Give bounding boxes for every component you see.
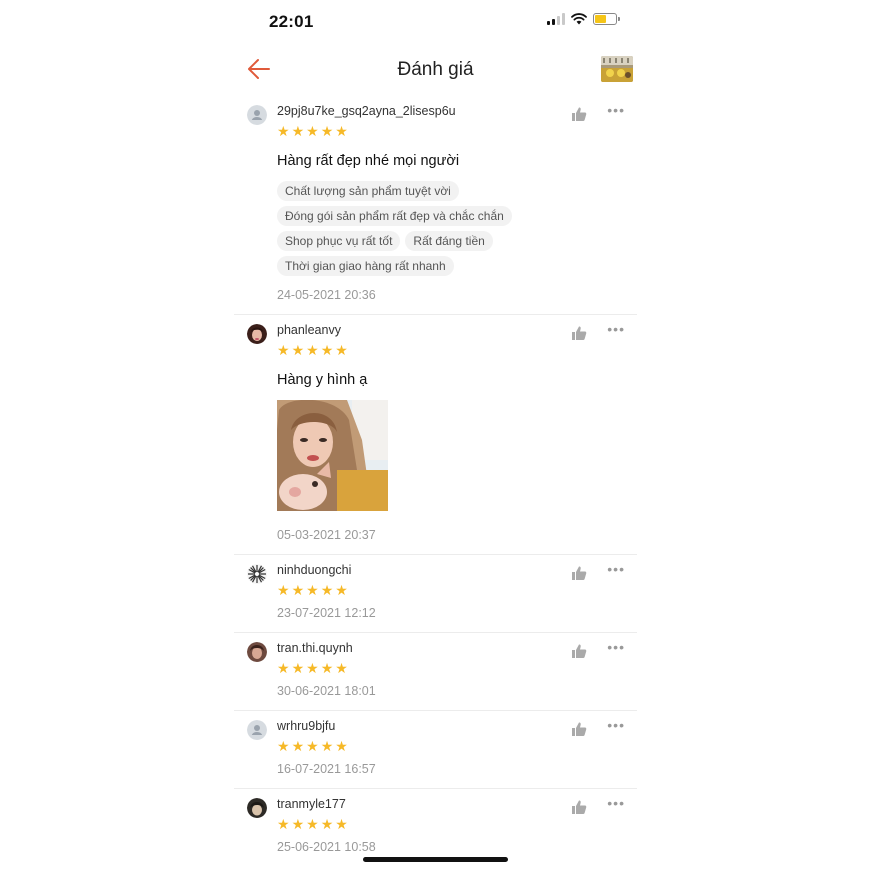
thumbs-up-icon[interactable]	[571, 643, 587, 659]
user-avatar[interactable]	[247, 324, 267, 344]
more-options-icon[interactable]: •••	[607, 796, 625, 810]
more-options-icon[interactable]: •••	[607, 718, 625, 732]
status-icons	[547, 13, 620, 25]
star-rating: ★ ★ ★ ★ ★	[277, 739, 637, 753]
star-icon: ★	[320, 582, 334, 598]
review-item: phanleanvy ★ ★ ★ ★ ★ Hàng y hình ạ 05-03…	[234, 315, 637, 555]
star-icon: ★	[291, 660, 305, 676]
review-item: 29pj8u7ke_gsq2ayna_2lisesp6u ★ ★ ★ ★ ★ Hàng …	[234, 96, 637, 315]
top-nav-bar: Đánh giá	[234, 48, 637, 92]
thumbs-up-icon[interactable]	[571, 325, 587, 341]
review-list: 29pj8u7ke_gsq2ayna_2lisesp6u ★ ★ ★ ★ ★ Hàng …	[234, 96, 637, 866]
star-icon: ★	[306, 123, 319, 139]
home-indicator[interactable]	[363, 857, 508, 862]
review-tag: Đóng gói sản phẩm rất đẹp và chắc chắn	[277, 206, 512, 226]
star-icon: ★	[306, 342, 319, 358]
star-icon: ★	[335, 123, 348, 139]
review-item: wrhru9bjfu ★ ★ ★ ★ ★ 16-07-2021 16:57 •••	[234, 711, 637, 789]
review-date: 16-07-2021 16:57	[277, 762, 376, 776]
review-tag: Rất đáng tiền	[405, 231, 493, 251]
star-icon: ★	[320, 816, 334, 832]
more-options-icon[interactable]: •••	[607, 103, 625, 117]
star-rating: ★ ★ ★ ★ ★	[277, 343, 637, 357]
review-tag: Shop phục vụ rất tốt	[277, 231, 401, 251]
star-icon: ★	[277, 738, 290, 754]
default-avatar-icon[interactable]	[247, 105, 267, 125]
star-icon: ★	[291, 582, 305, 598]
review-tag: Chất lượng sản phẩm tuyệt vời	[277, 181, 459, 201]
star-rating: ★ ★ ★ ★ ★	[277, 661, 637, 675]
review-photo[interactable]	[277, 399, 388, 511]
review-comment: Hàng rất đẹp nhé mọi người	[277, 153, 460, 169]
user-avatar[interactable]	[247, 564, 267, 584]
review-date: 25-06-2021 10:58	[277, 840, 376, 854]
star-icon: ★	[335, 582, 348, 598]
review-item: ninhduongchi ★ ★ ★ ★ ★ 23-07-2021 12:12 •••	[234, 555, 637, 633]
star-icon: ★	[335, 660, 348, 676]
review-comment: Hàng y hình ạ	[277, 372, 368, 388]
thumbs-up-icon[interactable]	[571, 565, 587, 581]
star-icon: ★	[277, 816, 290, 832]
star-icon: ★	[306, 816, 319, 832]
review-date: 30-06-2021 18:01	[277, 684, 376, 698]
review-date: 23-07-2021 12:12	[277, 606, 376, 620]
star-icon: ★	[335, 738, 348, 754]
page-title: Đánh giá	[397, 59, 474, 80]
review-date: 05-03-2021 20:37	[277, 528, 376, 542]
more-options-icon[interactable]: •••	[607, 322, 625, 336]
star-icon: ★	[335, 816, 348, 832]
default-avatar-icon[interactable]	[247, 720, 267, 740]
star-icon: ★	[291, 738, 305, 754]
star-icon: ★	[277, 660, 290, 676]
thumbs-up-icon[interactable]	[571, 721, 587, 737]
star-icon: ★	[320, 342, 334, 358]
thumbs-up-icon[interactable]	[571, 106, 587, 122]
star-icon: ★	[277, 123, 290, 139]
star-icon: ★	[306, 582, 319, 598]
user-avatar[interactable]	[247, 642, 267, 662]
product-thumbnail[interactable]	[601, 56, 633, 82]
phone-screen: 22:01 Đánh giá 29pj8u7ke_gsq2ayna_2lises…	[234, 0, 637, 871]
star-icon: ★	[320, 123, 334, 139]
cellular-signal-icon	[547, 13, 565, 25]
star-icon: ★	[291, 816, 305, 832]
star-icon: ★	[277, 582, 290, 598]
review-tag: Thời gian giao hàng rất nhanh	[277, 256, 454, 276]
star-icon: ★	[306, 660, 319, 676]
more-options-icon[interactable]: •••	[607, 640, 625, 654]
review-item: tran.thi.quynh ★ ★ ★ ★ ★ 30-06-2021 18:01 ••…	[234, 633, 637, 711]
star-rating: ★ ★ ★ ★ ★	[277, 124, 637, 138]
status-bar: 22:01	[234, 0, 637, 44]
review-item: tranmyle177 ★ ★ ★ ★ ★ 25-06-2021 10:58 •••	[234, 789, 637, 866]
more-options-icon[interactable]: •••	[607, 562, 625, 576]
star-icon: ★	[320, 660, 334, 676]
battery-charging-icon	[593, 13, 620, 25]
star-rating: ★ ★ ★ ★ ★	[277, 583, 637, 597]
review-date: 24-05-2021 20:36	[277, 288, 376, 302]
star-icon: ★	[335, 342, 348, 358]
star-icon: ★	[320, 738, 334, 754]
wifi-icon	[571, 13, 587, 25]
thumbs-up-icon[interactable]	[571, 799, 587, 815]
star-icon: ★	[291, 123, 305, 139]
star-icon: ★	[306, 738, 319, 754]
review-tags: Chất lượng sản phẩm tuyệt vời Đóng gói s…	[277, 181, 617, 276]
user-avatar[interactable]	[247, 798, 267, 818]
star-rating: ★ ★ ★ ★ ★	[277, 817, 637, 831]
star-icon: ★	[291, 342, 305, 358]
status-time: 22:01	[269, 12, 314, 31]
star-icon: ★	[277, 342, 290, 358]
